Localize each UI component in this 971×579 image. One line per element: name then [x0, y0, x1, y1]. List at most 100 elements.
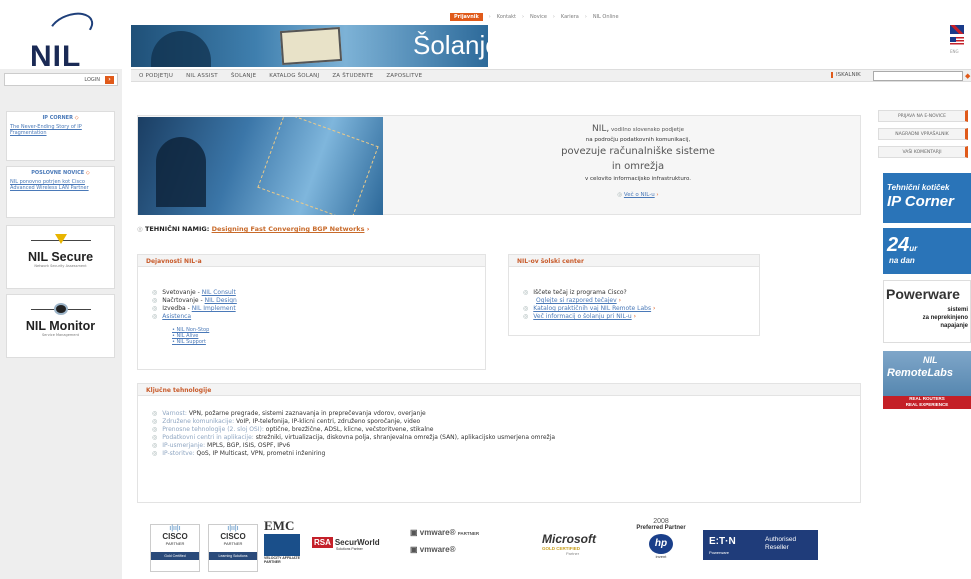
enews-signup-button[interactable]: PRIJAVA NA E-NOVICE [878, 110, 968, 122]
hero-section: NIL, vodilno slovensko podjetje na podro… [137, 115, 861, 215]
ip-corner-promo[interactable]: Tehnični kotiček IP Corner [883, 173, 971, 223]
school-info-link[interactable]: Več informacij o šolanju pri NIL-u [533, 313, 631, 320]
uk-flag-icon[interactable] [950, 25, 964, 34]
powerware-promo[interactable]: Powerware sistemi za neprekinjeno napaja… [883, 280, 971, 343]
secure-emblem-icon [30, 234, 91, 246]
arrow-icon: › [366, 225, 370, 233]
nil-consult-link[interactable]: NIL Consult [202, 289, 236, 296]
activity-row: ◎ Načrtovanje - NIL Design [152, 297, 237, 304]
cisco-gold-logo[interactable]: ı|ıı|ı CISCO PARTNER Gold Certified [150, 524, 200, 572]
hero-text: NIL, vodilno slovensko podjetje na podro… [518, 124, 758, 198]
topnav-nil-online[interactable]: NIL Online [593, 14, 619, 20]
search-go-icon[interactable]: ◆ [965, 72, 971, 80]
powerware-line3: napajanje [940, 323, 968, 329]
hours-per-day: na dan [889, 256, 915, 265]
nil-design-link[interactable]: NIL Design [205, 297, 237, 304]
hero-line1: vodilno slovensko podjetje [609, 127, 684, 133]
bullet-icon: ◎ [152, 297, 158, 304]
banner-person-image [151, 31, 211, 67]
nil-monitor-banner[interactable]: NIL Monitor Service Management [6, 294, 115, 358]
remotelabs-tag2: REAL EXPERIENCE [905, 402, 949, 407]
partner-logos: ı|ıı|ı CISCO PARTNER Gold Certified ı|ıı… [150, 510, 830, 576]
bullet-icon: ◎ [137, 225, 145, 233]
tech-security-link[interactable]: Varnost: [162, 410, 187, 417]
login-arrow-icon: › [105, 76, 114, 84]
menu-katalog-solanj[interactable]: KATALOG ŠOLANJ [269, 73, 319, 79]
support-24h-promo[interactable]: 24ur na dan [883, 228, 971, 274]
nil-logo[interactable]: NIL [28, 6, 108, 73]
ip-corner-link[interactable]: The Never-Ending Story of IP Fragmentati… [10, 124, 111, 136]
bullet-icon: ◎ [523, 313, 529, 320]
news-box: POSLOVNE NOVICE ◇ NIL ponovno potrjen ko… [6, 166, 115, 218]
menu-o-podjetju[interactable]: O PODJETJU [139, 73, 173, 79]
topnav-kariera[interactable]: Kariera [561, 14, 579, 20]
login-button[interactable]: LOGIN › [4, 73, 118, 86]
main-menu: O PODJETJU NIL ASSIST ŠOLANJE KATALOG ŠO… [131, 69, 971, 82]
nil-support-link[interactable]: • NIL Support [152, 339, 471, 345]
us-flag-icon[interactable] [950, 37, 964, 46]
school-row: ◎ Katalog praktičnih vaj NIL Remote Labs … [523, 305, 656, 312]
rsa-securworld-logo[interactable]: RSA SecurWorld Solutions Partner [312, 537, 396, 554]
tech-transport-link[interactable]: Prenosne tehnologije (2. sloj OSI): [162, 426, 264, 433]
ip-corner-title: IP CORNER [42, 115, 73, 121]
bullet-icon: ◎ [152, 434, 158, 441]
activity-row: ◎ Izvedba - NIL Implement [152, 305, 236, 312]
hero-line3: povezuje računalniške sisteme [561, 146, 715, 157]
key-technologies-panel: Ključne tehnologije ◎ Varnost: VPN, požar… [137, 383, 861, 503]
menu-zaposlitve[interactable]: ZAPOSLITVE [386, 73, 422, 79]
tech-datacenter-link[interactable]: Podatkovni centri in aplikacije: [162, 434, 254, 441]
tech-row: ◎ IP-usmerjanje: MPLS, BGP, ISIS, OSPF, I… [152, 442, 291, 449]
comments-button[interactable]: VAŠI KOMENTARJI [878, 146, 968, 158]
asistenca-link[interactable]: Asistenca [162, 313, 191, 320]
topnav-prijavnik[interactable]: Prijavnik [450, 13, 483, 21]
nil-implement-link[interactable]: NIL Implement [192, 305, 236, 312]
key-technologies-title: Ključne tehnologije [138, 384, 860, 396]
school-title: NIL-ov šolski center [509, 255, 759, 267]
school-row: ◎ Iščete tečaj iz programa Cisco? Oglejte … [523, 289, 627, 304]
tech-tip-link[interactable]: Designing Fast Converging BGP Networks [212, 225, 365, 233]
tech-row: ◎ IP-storitve: QoS, IP Multicast, VPN, pr… [152, 450, 326, 457]
header-banner: Šolanje [131, 25, 488, 67]
bullet-icon: ◎ [152, 410, 158, 417]
hero-more-link[interactable]: Več o NIL-u [624, 192, 655, 198]
topnav-novice[interactable]: Novice [530, 14, 547, 20]
bullet-icon: ◎ [152, 418, 158, 425]
bullet-icon: ◎ [152, 442, 158, 449]
chevron-icon: ◇ [74, 115, 79, 121]
vmware-logo[interactable]: ▣ vmware® PARTNER ▣ vmware® [410, 528, 510, 574]
remote-labs-catalog-link[interactable]: Katalog praktičnih vaj NIL Remote Labs [533, 305, 651, 312]
remote-labs-promo[interactable]: NIL RemoteLabs REAL ROUTERS REAL EXPERIE… [883, 351, 971, 409]
nil-secure-banner[interactable]: NIL Secure Network Security Assessment [6, 225, 115, 289]
topnav-kontakt[interactable]: Kontakt [497, 14, 516, 20]
bullet-icon: ◎ [152, 289, 158, 296]
top-navigation: Prijavnik › Kontakt › Novice › Kariera ›… [450, 11, 619, 23]
emc-logo[interactable]: EMC VELOCITY AFFILIATE PARTNER [264, 518, 302, 576]
hero-line2: na področju podatkovnih komunikacij, [585, 137, 691, 143]
chevron-icon: ◇ [85, 170, 90, 176]
bullet-icon: ◎ [523, 289, 529, 296]
course-schedule-link[interactable]: Oglejte si razpored tečajev [523, 297, 617, 304]
tech-ip-routing-link[interactable]: IP-usmerjanje: [162, 442, 205, 449]
search-input[interactable] [873, 71, 963, 81]
ip-corner-box: IP CORNER ◇ The Never-Ending Story of IP… [6, 111, 115, 161]
powerware-title: Powerware [886, 286, 960, 302]
bullet-icon: ◎ [523, 305, 529, 312]
technical-tip: ◎ TEHNIČNI NAMIG: Designing Fast Converg… [137, 225, 369, 233]
menu-solanje[interactable]: ŠOLANJE [231, 73, 256, 79]
hero-nil: NIL, [592, 124, 610, 134]
cisco-learning-logo[interactable]: ı|ıı|ı CISCO PARTNER Learning Solutions [208, 524, 258, 572]
activities-panel: Dejavnosti NIL-a ◎ Svetovanje - NIL Consu… [137, 254, 486, 370]
bullet-icon: ◎ [152, 305, 158, 312]
hp-preferred-partner-logo[interactable]: 2008 Preferred Partner hp invent [632, 518, 690, 574]
tech-unified-comms-link[interactable]: Združene komunikacije: [162, 418, 234, 425]
eaton-authorised-reseller-logo[interactable]: E:T·N Powerware Authorised Reseller [703, 530, 818, 560]
tech-row: ◎ Prenosne tehnologije (2. sloj OSI): opt… [152, 426, 434, 433]
hours-unit: ur [909, 244, 918, 253]
news-link[interactable]: NIL ponovno potrjen kot Cisco Advanced W… [10, 179, 111, 191]
microsoft-gold-logo[interactable]: Microsoft GOLD CERTIFIED Partner [542, 532, 622, 572]
tech-ip-services-link[interactable]: IP-storitve: [162, 450, 194, 457]
survey-button[interactable]: NAGRADNI VPRAŠALNIK [878, 128, 968, 140]
menu-nil-assist[interactable]: NIL ASSIST [186, 73, 218, 79]
bullet-icon: ◎ [152, 313, 158, 320]
menu-za-studente[interactable]: ZA ŠTUDENTE [332, 73, 373, 79]
